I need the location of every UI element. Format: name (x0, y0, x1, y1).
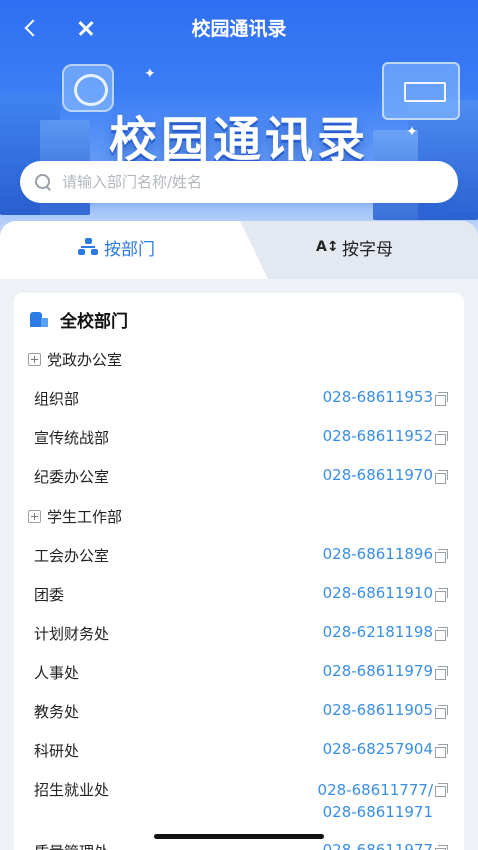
phone-number[interactable]: 028-68611910 (323, 584, 448, 602)
search-bar[interactable] (20, 161, 458, 203)
org-chart-icon (78, 238, 98, 256)
copy-icon[interactable] (435, 392, 448, 406)
list-item[interactable]: 科研处 028-68257904 (14, 740, 464, 768)
tab-label: 按部门 (104, 239, 155, 260)
list-item[interactable]: 团委 028-68611910 (14, 584, 464, 612)
building-icon (30, 311, 48, 327)
phone-text: 028-68611970 (322, 466, 433, 484)
list-item[interactable]: 宣传统战部 028-68611952 (14, 427, 464, 455)
list-item[interactable]: 计划财务处 028-62181198 (14, 623, 464, 651)
department-name: 工会办公室 (34, 547, 110, 565)
home-indicator (154, 834, 324, 839)
tab-bar: 按部门 A↕ 按字母 (0, 221, 478, 279)
department-name: 招生就业处 (34, 781, 110, 799)
phone-text: 028-68611971 (322, 803, 433, 821)
phone-text: 028-68611910 (322, 584, 433, 602)
expand-icon[interactable] (28, 510, 41, 523)
copy-icon[interactable] (435, 705, 448, 719)
page-title: 校园通讯录 (191, 18, 287, 40)
phone-number[interactable]: 028-68611896 (323, 545, 448, 563)
list-item[interactable]: 工会办公室 028-68611896 (14, 545, 464, 573)
tab-by-letter[interactable]: A↕ 按字母 (316, 221, 393, 273)
copy-icon[interactable] (435, 588, 448, 602)
hero-title: 校园通讯录 (108, 112, 369, 168)
department-name: 教务处 (34, 703, 80, 721)
phone-text: 028-68611777/ (317, 781, 433, 799)
phone-number[interactable]: 028-68611905 (323, 701, 448, 719)
directory-card: 全校部门 党政办公室 组织部 028-68611953 宣传统战部 028-68… (14, 293, 464, 850)
copy-icon[interactable] (435, 549, 448, 563)
phone-text: 028-62181198 (322, 623, 433, 641)
group-row[interactable]: 学生工作部 (28, 506, 122, 527)
copy-icon[interactable] (435, 470, 448, 484)
list-item[interactable]: 招生就业处 028-68611777/ 028-68611971 (14, 779, 464, 829)
list-item[interactable]: 质量管理处 028-68611977 (14, 841, 464, 850)
top-nav-bar: 校园通讯录 (0, 0, 478, 56)
phone-text: 028-68611896 (322, 545, 433, 563)
department-name: 科研处 (34, 742, 80, 760)
phone-number[interactable]: 028-68611777/ 028-68611971 (318, 779, 448, 823)
directory-title: 全校部门 (30, 307, 128, 332)
group-label: 党政办公室 (47, 351, 123, 369)
directory-title-text: 全校部门 (60, 311, 128, 332)
copy-icon[interactable] (435, 666, 448, 680)
sort-az-icon: A↕ (316, 239, 339, 255)
search-icon (34, 173, 52, 191)
phone-number[interactable]: 028-68611952 (323, 427, 448, 445)
copy-icon[interactable] (435, 744, 448, 758)
list-item[interactable]: 教务处 028-68611905 (14, 701, 464, 729)
phone-text: 028-68257904 (322, 740, 433, 758)
department-name: 团委 (34, 586, 65, 604)
search-input[interactable] (62, 173, 442, 191)
sparkle-icon: ✦ (144, 66, 156, 82)
phone-number[interactable]: 028-68611977 (323, 841, 448, 850)
department-name: 计划财务处 (34, 625, 110, 643)
list-item[interactable]: 组织部 028-68611953 (14, 388, 464, 416)
phone-text: 028-68611952 (322, 427, 433, 445)
group-label: 学生工作部 (47, 508, 123, 526)
group-row[interactable]: 党政办公室 (28, 349, 122, 370)
copy-icon[interactable] (435, 783, 448, 797)
department-name: 人事处 (34, 664, 80, 682)
phone-text: 028-68611905 (322, 701, 433, 719)
phone-number[interactable]: 028-68611970 (323, 466, 448, 484)
phone-number[interactable]: 028-62181198 (323, 623, 448, 641)
expand-icon[interactable] (28, 353, 41, 366)
phone-number[interactable]: 028-68611979 (323, 662, 448, 680)
phone-text: 028-68611979 (322, 662, 433, 680)
copy-icon[interactable] (435, 627, 448, 641)
department-name: 组织部 (34, 390, 80, 408)
copy-icon[interactable] (435, 431, 448, 445)
department-name: 质量管理处 (34, 841, 109, 850)
list-item[interactable]: 人事处 028-68611979 (14, 662, 464, 690)
tab-label: 按字母 (342, 239, 393, 260)
phone-number[interactable]: 028-68611953 (323, 388, 448, 406)
phone-text: 028-68611953 (322, 388, 433, 406)
copy-icon[interactable] (435, 845, 448, 850)
tab-by-department[interactable]: 按部门 (78, 221, 155, 273)
phone-number[interactable]: 028-68257904 (323, 740, 448, 758)
department-name: 宣传统战部 (34, 429, 110, 447)
phone-text: 028-68611977 (322, 841, 433, 850)
department-name: 纪委办公室 (34, 468, 110, 486)
list-item[interactable]: 纪委办公室 028-68611970 (14, 466, 464, 494)
